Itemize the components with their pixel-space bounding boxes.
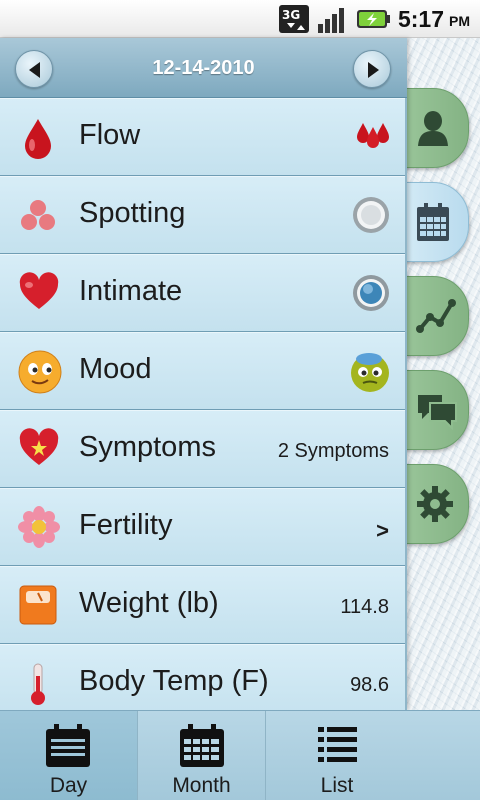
month-view-button[interactable]: Month: [138, 711, 266, 800]
weight-value: 114.8: [340, 596, 389, 618]
heart-sparkle-icon: [19, 428, 59, 465]
signal-strength-icon: [318, 8, 344, 33]
row-label: Symptoms: [79, 431, 216, 463]
next-day-button[interactable]: [353, 50, 391, 88]
month-label: Month: [172, 774, 231, 797]
row-symptoms[interactable]: Symptoms 2 Symptoms: [0, 410, 405, 488]
row-weight[interactable]: Weight (lb) 114.8: [0, 566, 405, 644]
day-calendar-icon: [46, 724, 90, 767]
date-header: 12-14-2010: [0, 38, 407, 98]
radio-on-icon[interactable]: [351, 273, 391, 313]
clock-time: 5:17: [397, 6, 444, 32]
chart-line-icon: [416, 299, 456, 333]
mood-face-icon: [18, 350, 62, 394]
row-label: Intimate: [79, 275, 183, 307]
day-panel: 12-14-2010 Flow Spotting Intimate Mood S…: [0, 38, 407, 722]
day-label: Day: [49, 774, 88, 797]
list-view-button[interactable]: List: [266, 711, 408, 800]
gear-icon: [417, 486, 453, 522]
day-view-button[interactable]: Day: [0, 711, 138, 800]
row-label: Flow: [79, 119, 141, 151]
battery-charging-icon: [357, 10, 390, 28]
flower-icon: [18, 506, 60, 548]
row-spotting[interactable]: Spotting: [0, 176, 405, 254]
clock-ampm: PM: [449, 13, 470, 29]
svg-text:3G: 3G: [282, 8, 300, 22]
network-3g-icon: 3G: [279, 5, 309, 33]
status-bar: 3G 5:17 PM: [0, 0, 480, 38]
current-date: 12-14-2010: [152, 57, 255, 79]
chat-bubbles-icon: [418, 395, 457, 431]
heavy-flow-drops-icon: [357, 123, 389, 148]
row-mood[interactable]: Mood: [0, 332, 405, 410]
temperature-value: 98.6: [350, 674, 389, 696]
spotting-dots-icon: [21, 200, 55, 230]
bottom-navigation: Day Month List: [0, 710, 480, 800]
person-icon: [418, 111, 448, 146]
row-label: Mood: [79, 353, 152, 385]
calendar-icon: [417, 203, 449, 241]
row-label: Body Temp (F): [79, 665, 269, 697]
row-label: Weight (lb): [79, 587, 219, 619]
arrow-right-icon: [368, 62, 379, 78]
heart-icon: [19, 272, 59, 309]
month-calendar-icon: [180, 724, 224, 767]
blood-drop-icon: [25, 119, 51, 159]
symptoms-count: 2 Symptoms: [277, 440, 389, 462]
sick-face-icon: [351, 353, 389, 392]
thermometer-icon: [31, 663, 45, 705]
fertility-arrow: >: [376, 518, 389, 543]
list-label: List: [320, 774, 354, 797]
row-flow[interactable]: Flow: [0, 98, 405, 176]
row-fertility[interactable]: Fertility >: [0, 488, 405, 566]
radio-off-icon[interactable]: [351, 195, 391, 235]
scale-icon: [19, 585, 57, 625]
row-label: Spotting: [79, 197, 186, 229]
row-intimate[interactable]: Intimate: [0, 254, 405, 332]
row-label: Fertility: [79, 509, 173, 541]
list-icon: [318, 727, 357, 762]
